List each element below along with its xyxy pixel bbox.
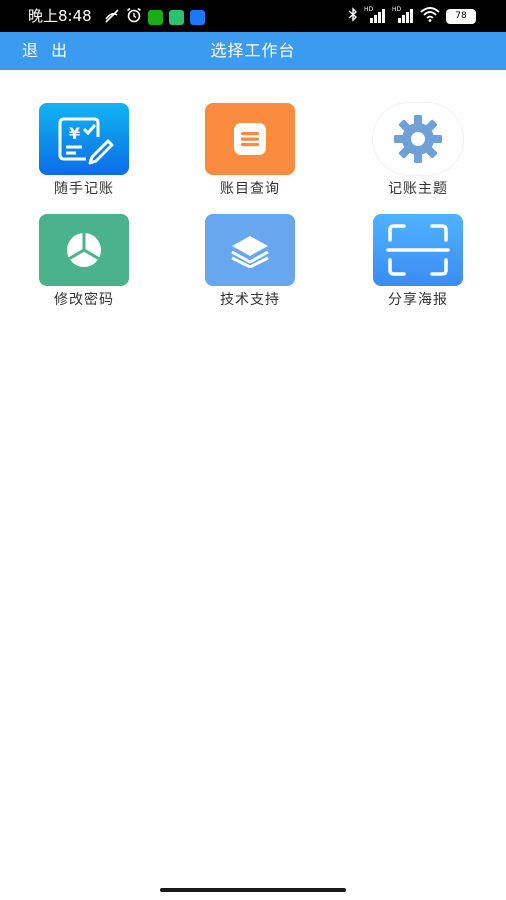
wifi-icon: [420, 6, 440, 26]
mute-icon: [104, 8, 120, 27]
grid-item-theme[interactable]: 记账主题: [338, 103, 498, 215]
status-notifications: [104, 7, 205, 27]
alarm-icon: [126, 7, 142, 27]
svg-text:¥: ¥: [69, 124, 80, 143]
wechat-icon: [148, 9, 163, 25]
grid-item-label: 记账主题: [388, 181, 448, 197]
signal-icon-2: HD: [392, 6, 414, 23]
bookkeeping-icon: ¥: [39, 103, 129, 175]
home-indicator[interactable]: [160, 888, 346, 892]
grid-item-change-password[interactable]: 修改密码: [4, 214, 164, 326]
battery-indicator: 78: [446, 8, 476, 24]
grid-item-label: 分享海报: [388, 292, 448, 308]
grid-item-share-poster[interactable]: 分享海报: [338, 214, 498, 326]
scan-icon: [373, 214, 463, 286]
grid-item-tech-support[interactable]: 技术支持: [170, 214, 330, 326]
page-title: 选择工作台: [210, 41, 296, 60]
grid-item-label: 随手记账: [54, 181, 114, 197]
layers-icon: [205, 214, 295, 286]
grid-item-bookkeeping[interactable]: ¥ 随手记账: [4, 103, 164, 215]
app-notification-icon: [169, 9, 184, 25]
pie-lock-icon: [39, 214, 129, 286]
grid-item-account-query[interactable]: 账目查询: [170, 103, 330, 215]
app-message-icon: [190, 9, 205, 25]
gear-icon: [373, 103, 463, 175]
signal-icon: HD: [364, 6, 386, 23]
bluetooth-icon: [348, 6, 358, 26]
grid-item-label: 账目查询: [220, 181, 280, 197]
status-bar: 晚上8:48 HD HD 78: [0, 0, 506, 32]
grid-item-label: 技术支持: [220, 292, 280, 308]
list-document-icon: [205, 103, 295, 175]
app-header: 退 出 选择工作台: [0, 32, 506, 70]
status-time: 晚上8:48: [28, 7, 92, 25]
status-system: HD HD 78: [348, 6, 476, 26]
grid-item-label: 修改密码: [54, 292, 114, 308]
